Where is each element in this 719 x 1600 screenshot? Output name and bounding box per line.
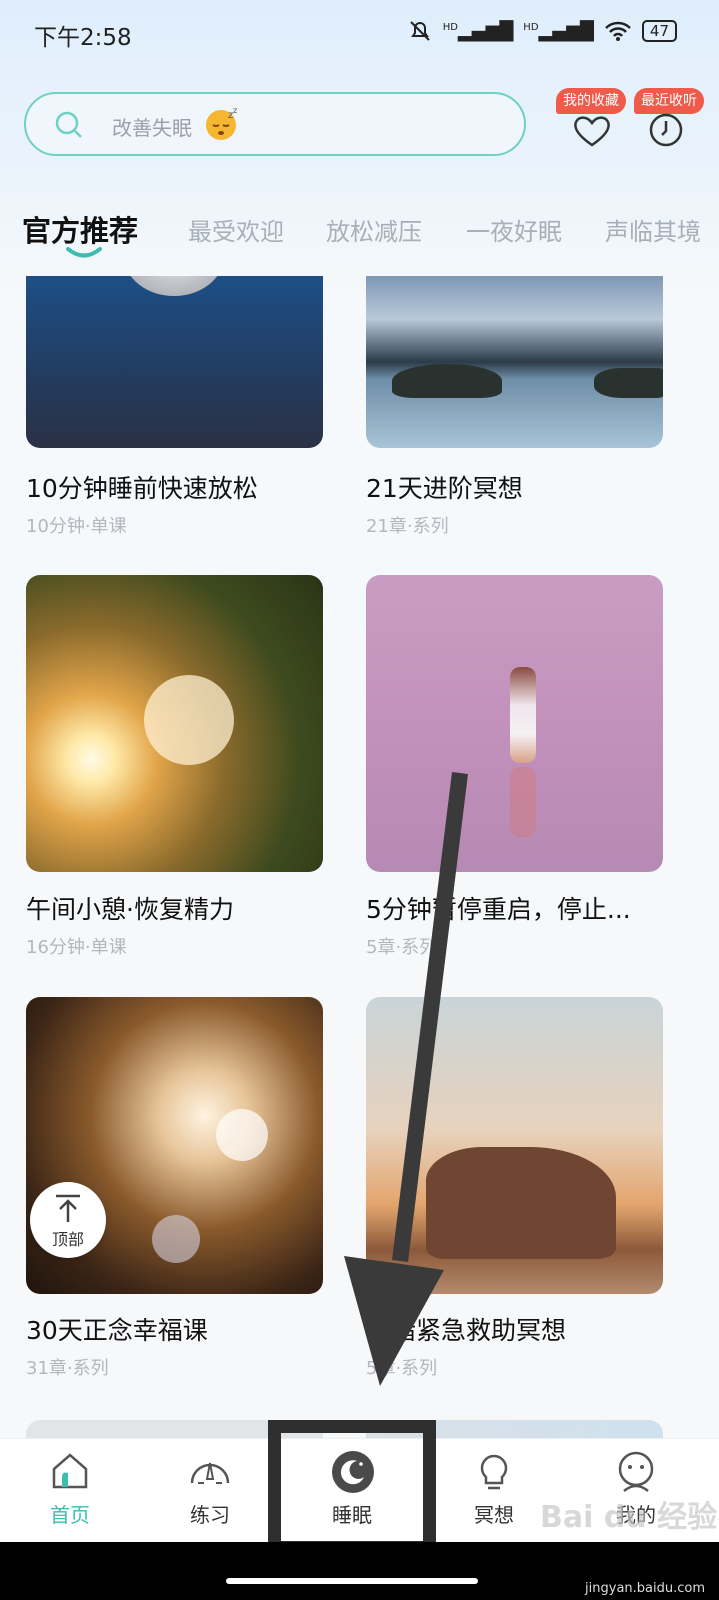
card-title-6[interactable]: 情绪紧急救助冥想: [366, 1311, 663, 1347]
tab-popular[interactable]: 最受欢迎: [188, 212, 284, 247]
bokeh-shape: [216, 1109, 268, 1161]
profile-icon: [618, 1451, 654, 1492]
annotation-highlight-box: [268, 1420, 436, 1554]
tab-indicator: [66, 247, 102, 258]
recent-badge: 最近收听: [634, 88, 704, 114]
person-shape: [510, 667, 536, 763]
arrow-up-icon: [56, 1194, 80, 1222]
battery-icon: 47: [641, 20, 677, 42]
card-sub-4: 5章·系列: [366, 937, 438, 958]
system-home-bar: jingyan.baidu.com: [0, 1542, 719, 1600]
card-title-2[interactable]: 21天进阶冥想: [366, 469, 663, 505]
rock-shape: [426, 1147, 616, 1259]
tab-good-sleep[interactable]: 一夜好眠: [466, 212, 562, 247]
bulb-icon: [480, 1454, 508, 1490]
signal-1-icon: HD▂▄▆█: [442, 20, 514, 42]
flower-shape: [144, 675, 234, 765]
back-to-top-label: 顶部: [51, 1230, 84, 1249]
nav-meditate[interactable]: 冥想: [444, 1439, 544, 1543]
card-thumb-6[interactable]: [366, 997, 663, 1294]
tab-relax[interactable]: 放松减压: [326, 212, 422, 247]
gauge-icon: [190, 1462, 230, 1484]
island-shape: [392, 364, 502, 398]
card-thumb-4[interactable]: [366, 575, 663, 872]
card-sub-5: 31章·系列: [26, 1358, 109, 1379]
category-tabs: 官方推荐 最受欢迎 放松减压 一夜好眠 声临其境: [0, 208, 719, 268]
card-thumb-2[interactable]: [366, 276, 663, 448]
card-thumb-1[interactable]: [26, 276, 323, 448]
nav-practice[interactable]: 练习: [160, 1439, 260, 1543]
status-bar: 下午2:58 HD▂▄▆█ HD▂▄▆█ 47: [0, 0, 719, 64]
watermark-logo: Bai du 经验: [540, 1500, 718, 1535]
favorites-heart-icon[interactable]: [572, 114, 612, 148]
favorites-badge: 我的收藏: [556, 88, 626, 114]
reflection-shape: [510, 767, 536, 837]
search-bar[interactable]: 改善失眠 zz: [24, 92, 526, 156]
nav-home[interactable]: 首页: [20, 1439, 120, 1543]
card-sub-1: 10分钟·单课: [26, 516, 127, 537]
sleepy-emoji-icon: zz: [206, 106, 237, 140]
tab-official[interactable]: 官方推荐: [22, 208, 138, 250]
moon-shape: [124, 276, 224, 296]
bokeh-shape-2: [152, 1215, 200, 1263]
home-icon: [52, 1453, 88, 1489]
card-sub-6: 5章·系列: [366, 1358, 438, 1379]
card-title-4[interactable]: 5分钟暂停重启，停止...: [366, 890, 663, 926]
search-icon: [55, 111, 82, 138]
card-title-3[interactable]: 午间小憩·恢复精力: [26, 890, 323, 926]
card-title-1[interactable]: 10分钟睡前快速放松: [26, 469, 323, 505]
watermark-url: jingyan.baidu.com: [585, 1581, 705, 1596]
signal-2-icon: HD▂▄▆█: [523, 20, 594, 42]
search-placeholder: 改善失眠: [112, 116, 192, 140]
status-time: 下午2:58: [34, 25, 132, 51]
status-icons: HD▂▄▆█ HD▂▄▆█ 47: [407, 18, 677, 44]
recent-clock-icon[interactable]: [648, 112, 684, 148]
card-sub-2: 21章·系列: [366, 516, 449, 537]
card-sub-3: 16分钟·单课: [26, 937, 127, 958]
svg-text:z: z: [233, 106, 237, 115]
back-to-top-button[interactable]: 顶部: [30, 1182, 106, 1258]
wifi-icon: [605, 21, 631, 41]
card-thumb-3[interactable]: [26, 575, 323, 872]
home-indicator[interactable]: [226, 1578, 478, 1584]
card-title-5[interactable]: 30天正念幸福课: [26, 1311, 323, 1347]
island-shape-2: [594, 368, 663, 398]
mute-bell-icon: [409, 21, 430, 41]
tab-immersive[interactable]: 声临其境: [605, 212, 701, 247]
